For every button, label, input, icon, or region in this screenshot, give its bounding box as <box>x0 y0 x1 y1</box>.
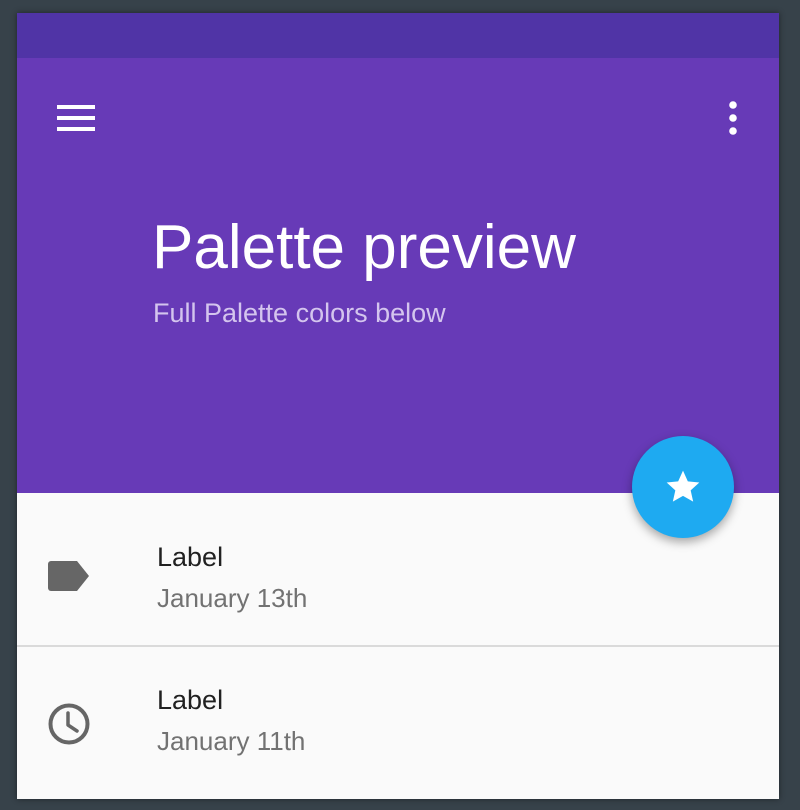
list-item-label: Label <box>157 685 224 715</box>
clock-icon <box>47 702 91 746</box>
label-icon <box>47 554 91 598</box>
page-subtitle: Full Palette colors below <box>153 298 446 328</box>
favorite-fab-button[interactable] <box>632 436 734 538</box>
menu-button[interactable] <box>47 93 105 143</box>
list-item-date: January 11th <box>157 726 306 756</box>
page-title: Palette preview <box>152 213 576 282</box>
app-window: Palette preview Full Palette colors belo… <box>17 13 779 799</box>
status-bar <box>17 13 779 58</box>
more-vert-icon <box>729 101 737 135</box>
menu-icon <box>57 105 95 131</box>
star-icon <box>666 470 700 502</box>
app-bar: Palette preview Full Palette colors belo… <box>17 58 779 493</box>
list-item-date: January 13th <box>157 583 308 613</box>
more-options-button[interactable] <box>711 93 755 143</box>
list-item-label: Label <box>157 542 224 572</box>
item-list: Label January 13th Label January 11th <box>17 493 779 787</box>
list-item[interactable]: Label January 11th <box>17 647 779 787</box>
